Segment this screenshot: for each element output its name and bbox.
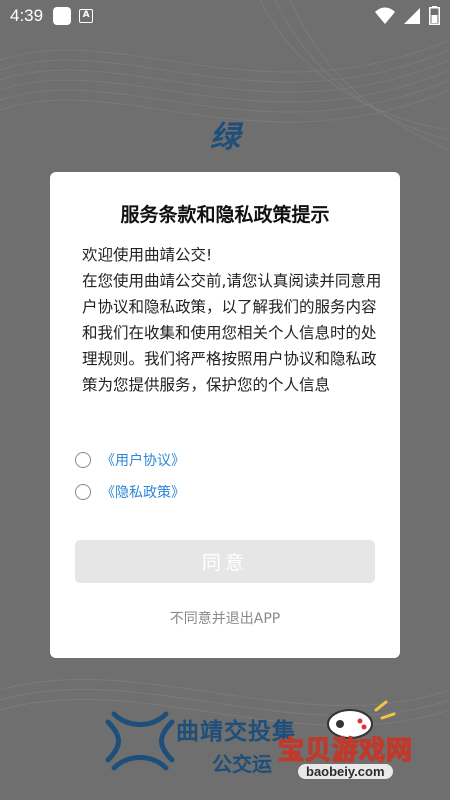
battery-icon [429,6,440,25]
a-badge-icon: A [79,9,94,23]
company-logo-icon [105,711,175,771]
brand-logo-char: 绿 [210,120,240,155]
watermark-domain: baobeiy.com [298,764,393,779]
privacy-policy-radio[interactable] [75,484,91,500]
dialog-body-text: 在您使用曲靖公交前,请您认真阅读并同意用户协议和隐私政策，以了解我们的服务内容和… [82,272,382,394]
dialog-body-greeting: 欢迎使用曲靖公交! [82,246,213,264]
status-right-icons [375,6,440,25]
privacy-policy-link[interactable]: 《隐私政策》 [101,482,185,502]
user-agreement-row[interactable]: 《用户协议》 [75,448,185,472]
privacy-dialog: 服务条款和隐私政策提示 欢迎使用曲靖公交! 在您使用曲靖公交前,请您认真阅读并同… [50,172,400,658]
agree-button[interactable]: 同意 [75,540,375,583]
watermark-text: 宝贝游戏网 [277,735,414,766]
exit-app-link[interactable]: 不同意并退出APP [50,608,400,628]
wifi-icon [375,7,395,24]
user-agreement-link[interactable]: 《用户协议》 [101,450,185,470]
company-subtitle: 公交运 [212,752,272,776]
dialog-body: 欢迎使用曲靖公交! 在您使用曲靖公交前,请您认真阅读并同意用户协议和隐私政策，以… [82,242,382,398]
notification-square-icon [53,7,72,25]
dialog-title: 服务条款和隐私政策提示 [120,204,330,226]
cellular-signal-icon [404,7,420,24]
status-time: 4:39 [10,6,44,25]
user-agreement-radio[interactable] [75,452,91,468]
status-bar: 4:39 A [0,0,450,32]
privacy-policy-row[interactable]: 《隐私政策》 [75,480,185,504]
